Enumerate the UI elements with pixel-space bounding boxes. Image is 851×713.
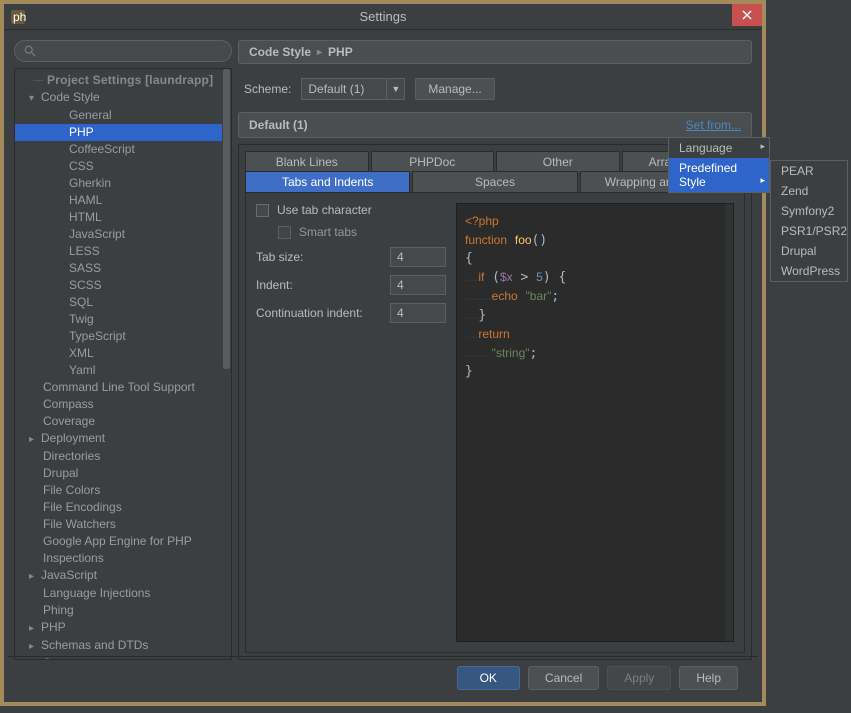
menu-zend[interactable]: Zend <box>771 181 847 201</box>
checkbox-icon[interactable] <box>256 204 269 217</box>
tab-blank-lines[interactable]: Blank Lines <box>245 151 369 172</box>
scrollbar-thumb[interactable] <box>223 69 230 369</box>
settings-tree[interactable]: Project Settings [laundrapp] Code Style … <box>15 69 231 659</box>
checkbox-icon <box>278 226 291 239</box>
tree-item[interactable]: Google App Engine for PHP <box>15 533 231 550</box>
menu-psr1-psr2[interactable]: PSR1/PSR2 <box>771 221 847 241</box>
titlebar: php Settings <box>4 4 762 30</box>
breadcrumb-leaf: PHP <box>328 45 353 59</box>
continuation-indent-label: Continuation indent: <box>256 306 363 320</box>
menu-pear[interactable]: PEAR <box>771 161 847 181</box>
tab-phpdoc[interactable]: PHPDoc <box>371 151 495 172</box>
manage-button[interactable]: Manage... <box>415 78 494 100</box>
tab-size-input[interactable] <box>390 247 446 267</box>
tree-item[interactable]: Language Injections <box>15 585 231 602</box>
ok-button[interactable]: OK <box>457 666 520 690</box>
tree-schemas[interactable]: Schemas and DTDs <box>15 637 231 655</box>
tree-php[interactable]: PHP <box>15 619 231 637</box>
indent-label: Indent: <box>256 278 293 292</box>
chevron-right-icon: ▸ <box>760 175 765 186</box>
menu-language[interactable]: Language▸ <box>669 138 769 158</box>
tree-item[interactable]: Drupal <box>15 465 231 482</box>
help-button[interactable]: Help <box>679 666 738 690</box>
tree-lang-less[interactable]: LESS <box>15 243 231 260</box>
indent-input[interactable] <box>390 275 446 295</box>
svg-text:php: php <box>13 10 26 24</box>
smart-tabs-checkbox-row: Smart tabs <box>278 225 446 239</box>
chevron-down-icon: ▼ <box>391 84 400 94</box>
tree-lang-html[interactable]: HTML <box>15 209 231 226</box>
search-icon <box>23 44 37 58</box>
scheme-dropdown-arrow[interactable]: ▼ <box>387 78 405 100</box>
cancel-button[interactable]: Cancel <box>528 666 599 690</box>
use-tab-checkbox-row[interactable]: Use tab character <box>256 203 446 217</box>
tree-lang-typescript[interactable]: TypeScript <box>15 328 231 345</box>
tree-item[interactable]: Phing <box>15 602 231 619</box>
tree-lang-php[interactable]: PHP <box>15 124 231 141</box>
tree-lang-css[interactable]: CSS <box>15 158 231 175</box>
tree-scrollbar[interactable] <box>222 69 231 659</box>
tree-lang-coffeescript[interactable]: CoffeeScript <box>15 141 231 158</box>
tree-lang-scss[interactable]: SCSS <box>15 277 231 294</box>
tab-tabs-and-indents[interactable]: Tabs and Indents <box>245 171 410 192</box>
tab-size-label: Tab size: <box>256 250 303 264</box>
breadcrumb: Code Style ▸ PHP <box>238 40 752 64</box>
window-title: Settings <box>360 9 407 24</box>
tree-lang-gherkin[interactable]: Gherkin <box>15 175 231 192</box>
set-from-menu[interactable]: Language▸ Predefined Style▸ <box>668 137 770 193</box>
scheme-select[interactable]: Default (1) <box>301 78 387 100</box>
app-icon: php <box>10 9 26 25</box>
tree-item[interactable]: Command Line Tool Support <box>15 379 231 396</box>
tree-lang-general[interactable]: General <box>15 107 231 124</box>
dialog-footer: OK Cancel Apply Help <box>8 656 758 698</box>
close-button[interactable] <box>732 4 762 26</box>
code-preview: <?php function foo() { ....if ($x > 5) {… <box>456 203 734 642</box>
smart-tabs-label: Smart tabs <box>299 225 357 239</box>
tree-item[interactable]: Coverage <box>15 413 231 430</box>
tree-lang-sass[interactable]: SASS <box>15 260 231 277</box>
tree-javascript[interactable]: JavaScript <box>15 567 231 585</box>
tree-item[interactable]: Compass <box>15 396 231 413</box>
scheme-label: Scheme: <box>244 82 291 96</box>
scheme-bar: Default (1) Set from... <box>238 112 752 138</box>
tree-item[interactable]: File Colors <box>15 482 231 499</box>
menu-drupal[interactable]: Drupal <box>771 241 847 261</box>
project-settings-header: Project Settings [laundrapp] <box>15 71 231 89</box>
tree-lang-javascript[interactable]: JavaScript <box>15 226 231 243</box>
tree-lang-sql[interactable]: SQL <box>15 294 231 311</box>
chevron-right-icon: ▸ <box>317 47 322 58</box>
scheme-bar-title: Default (1) <box>249 118 308 132</box>
search-input[interactable] <box>14 40 232 62</box>
scheme-value: Default (1) <box>308 82 364 96</box>
tab-spaces[interactable]: Spaces <box>412 171 577 192</box>
tree-item[interactable]: Directories <box>15 448 231 465</box>
tab-other[interactable]: Other <box>496 151 620 172</box>
tree-lang-xml[interactable]: XML <box>15 345 231 362</box>
set-from-link[interactable]: Set from... <box>686 118 741 132</box>
tree-lang-yaml[interactable]: Yaml <box>15 362 231 379</box>
tree-item[interactable]: File Encodings <box>15 499 231 516</box>
tree-lang-twig[interactable]: Twig <box>15 311 231 328</box>
tree-code-style[interactable]: Code Style <box>15 89 231 107</box>
use-tab-label: Use tab character <box>277 203 372 217</box>
menu-symfony2[interactable]: Symfony2 <box>771 201 847 221</box>
tree-deployment[interactable]: Deployment <box>15 430 231 448</box>
tree-item[interactable]: Inspections <box>15 550 231 567</box>
chevron-right-icon: ▸ <box>760 141 765 152</box>
menu-predefined-style[interactable]: Predefined Style▸ <box>669 158 769 192</box>
apply-button: Apply <box>607 666 671 690</box>
menu-wordpress[interactable]: WordPress <box>771 261 847 281</box>
continuation-indent-input[interactable] <box>390 303 446 323</box>
tree-lang-haml[interactable]: HAML <box>15 192 231 209</box>
breadcrumb-root: Code Style <box>249 45 311 59</box>
predefined-style-submenu[interactable]: PEARZendSymfony2PSR1/PSR2DrupalWordPress <box>770 160 848 282</box>
tree-item[interactable]: File Watchers <box>15 516 231 533</box>
